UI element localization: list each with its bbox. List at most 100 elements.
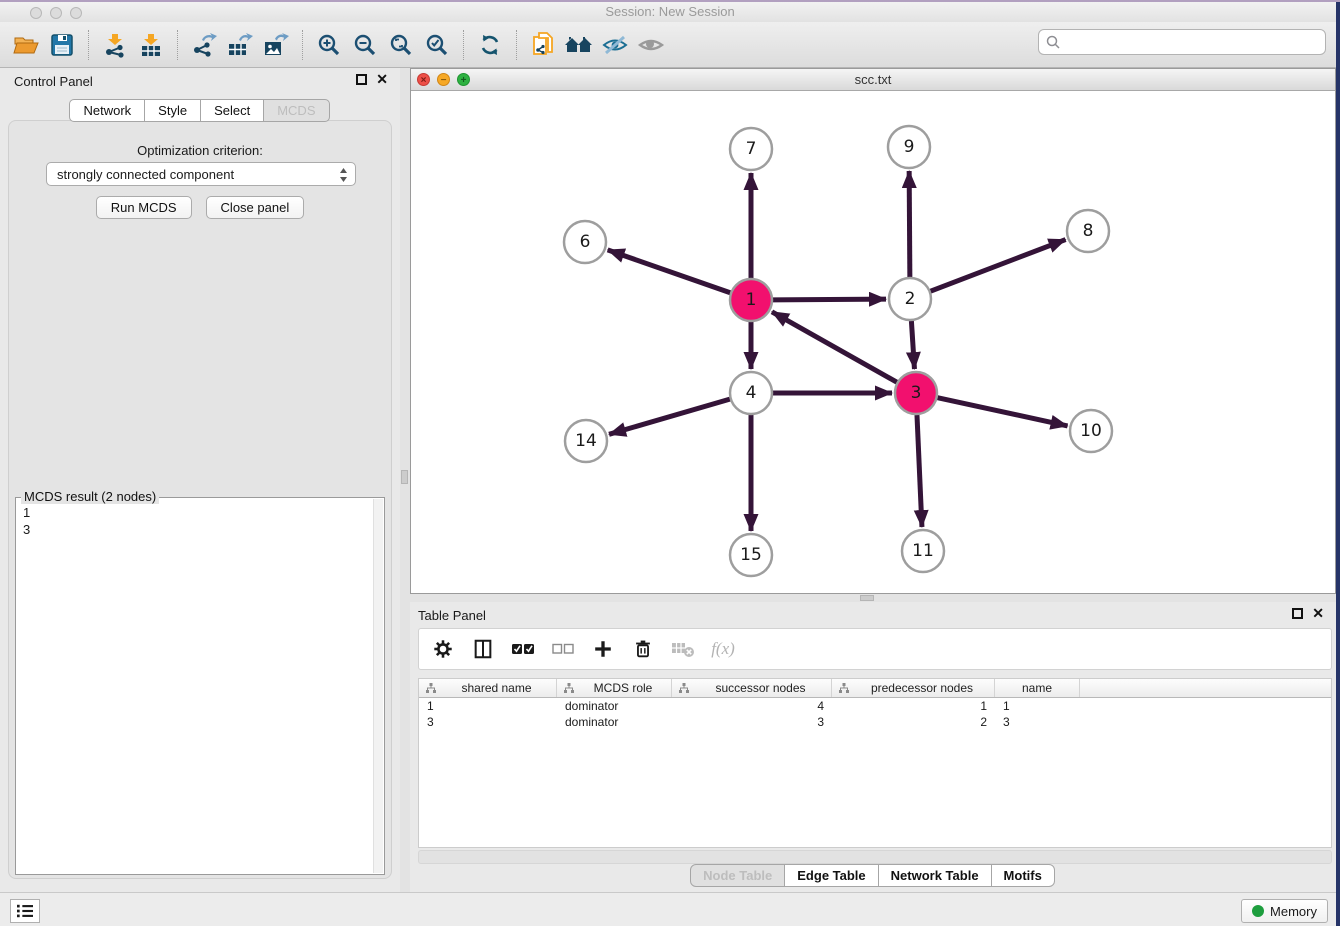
cell-mcds-role[interactable]: dominator [557, 715, 672, 729]
column-header-shared-name[interactable]: shared name [419, 679, 557, 697]
import-table-button[interactable] [133, 28, 169, 62]
save-session-button[interactable] [44, 28, 80, 62]
cell-successor-nodes[interactable]: 3 [672, 715, 832, 729]
graph-edge-4-14[interactable] [609, 399, 730, 434]
close-panel-icon[interactable]: ✕ [1312, 608, 1324, 619]
toolbar-separator [177, 30, 178, 60]
toolbar-separator [88, 30, 89, 60]
cell-successor-nodes[interactable]: 4 [672, 699, 832, 713]
eye-button[interactable] [633, 28, 669, 62]
document-share-button[interactable] [525, 28, 561, 62]
eye-slash-button[interactable] [597, 28, 633, 62]
graph-node-label-3: 3 [911, 383, 922, 403]
cell-predecessor-nodes[interactable]: 2 [832, 715, 995, 729]
horizontal-divider[interactable] [410, 594, 1340, 602]
refresh-layout-icon [477, 32, 503, 58]
cell-mcds-role[interactable]: dominator [557, 699, 672, 713]
task-history-button[interactable] [10, 899, 40, 923]
export-image-button[interactable] [258, 28, 294, 62]
close-panel-button[interactable]: Close panel [206, 196, 305, 219]
result-scrollbar[interactable] [373, 499, 383, 873]
toolbar-separator [302, 30, 303, 60]
export-table-button[interactable] [222, 28, 258, 62]
memory-label: Memory [1270, 904, 1317, 919]
divider-grip[interactable] [860, 595, 874, 601]
graph-edge-2-8[interactable] [931, 240, 1066, 292]
table-panel-title: Table Panel [418, 608, 486, 623]
select-all-button[interactable] [509, 635, 537, 663]
refresh-layout-button[interactable] [472, 28, 508, 62]
import-network-button[interactable] [97, 28, 133, 62]
open-file-button[interactable] [8, 28, 44, 62]
export-image-icon [262, 32, 290, 58]
export-network-button[interactable] [186, 28, 222, 62]
divider-grip[interactable] [401, 470, 408, 484]
window-titlebar: Session: New Session [0, 2, 1340, 22]
combo-arrows-icon [339, 167, 348, 183]
network-window-title: scc.txt [411, 72, 1335, 87]
network-view-window: × − + scc.txt 7968124314101511 [410, 68, 1336, 594]
graph-node-label-8: 8 [1083, 221, 1094, 241]
mcds-result-box: MCDS result (2 nodes) 1 3 [15, 497, 385, 875]
tab-network[interactable]: Network [69, 99, 145, 122]
tab-style[interactable]: Style [144, 99, 201, 122]
run-mcds-button[interactable]: Run MCDS [96, 196, 192, 219]
zoom-in-button[interactable] [311, 28, 347, 62]
columns-button[interactable] [469, 635, 497, 663]
column-header-mcds-role[interactable]: MCDS role [557, 679, 672, 697]
cell-shared-name[interactable]: 3 [419, 715, 557, 729]
zoom-selected-button[interactable] [419, 28, 455, 62]
table-row[interactable]: 3 dominator 3 2 3 [419, 714, 1331, 730]
export-table-icon [226, 32, 254, 58]
function-builder-button[interactable]: f(x) [709, 635, 737, 663]
column-header-predecessor-nodes[interactable]: predecessor nodes [832, 679, 995, 697]
graph-edge-3-10[interactable] [937, 398, 1067, 426]
delete-table-button[interactable] [669, 635, 697, 663]
graph-edge-2-3[interactable] [911, 321, 914, 369]
add-column-button[interactable] [589, 635, 617, 663]
cell-name[interactable]: 1 [995, 699, 1080, 713]
gear-button[interactable] [429, 635, 457, 663]
graph-edge-3-11[interactable] [917, 415, 922, 527]
tree-icon [838, 682, 850, 694]
tab-node-table[interactable]: Node Table [690, 864, 785, 887]
zoom-out-button[interactable] [347, 28, 383, 62]
float-panel-icon[interactable] [356, 74, 367, 85]
desktop-edge [1336, 2, 1340, 926]
cell-predecessor-nodes[interactable]: 1 [832, 699, 995, 713]
network-window-titlebar: × − + scc.txt [411, 69, 1335, 91]
graph-edge-1-2[interactable] [773, 299, 886, 300]
double-house-button[interactable] [561, 28, 597, 62]
network-canvas[interactable]: 7968124314101511 [411, 91, 1335, 593]
main-toolbar [0, 22, 1340, 68]
zoom-selected-icon [424, 32, 450, 58]
cell-shared-name[interactable]: 1 [419, 699, 557, 713]
search-input[interactable] [1061, 35, 1319, 50]
float-panel-icon[interactable] [1292, 608, 1303, 619]
table-row[interactable]: 1 dominator 4 1 1 [419, 698, 1331, 714]
memory-button[interactable]: Memory [1241, 899, 1328, 923]
tree-icon [425, 682, 437, 694]
close-panel-icon[interactable]: ✕ [376, 74, 388, 85]
delete-column-button[interactable] [629, 635, 657, 663]
deselect-all-button[interactable] [549, 635, 577, 663]
panel-divider[interactable] [400, 68, 410, 892]
optimization-criterion-select[interactable]: strongly connected component [46, 162, 356, 186]
column-header-successor-nodes[interactable]: successor nodes [672, 679, 832, 697]
tab-edge-table[interactable]: Edge Table [784, 864, 878, 887]
import-network-icon [102, 32, 128, 58]
tab-motifs[interactable]: Motifs [991, 864, 1055, 887]
graph-edge-1-6[interactable] [608, 250, 731, 293]
tab-network-table[interactable]: Network Table [878, 864, 992, 887]
toolbar-separator [516, 30, 517, 60]
tab-mcds[interactable]: MCDS [263, 99, 329, 122]
cell-name[interactable]: 3 [995, 715, 1080, 729]
graph-edge-3-1[interactable] [772, 312, 897, 382]
column-header-name[interactable]: name [995, 679, 1080, 697]
tree-icon [678, 682, 690, 694]
search-field[interactable] [1038, 29, 1326, 55]
graph-edge-2-9[interactable] [909, 171, 910, 277]
zoom-fit-button[interactable] [383, 28, 419, 62]
table-header-row: shared name MCDS role successor nodes pr… [419, 679, 1331, 698]
tab-select[interactable]: Select [200, 99, 264, 122]
